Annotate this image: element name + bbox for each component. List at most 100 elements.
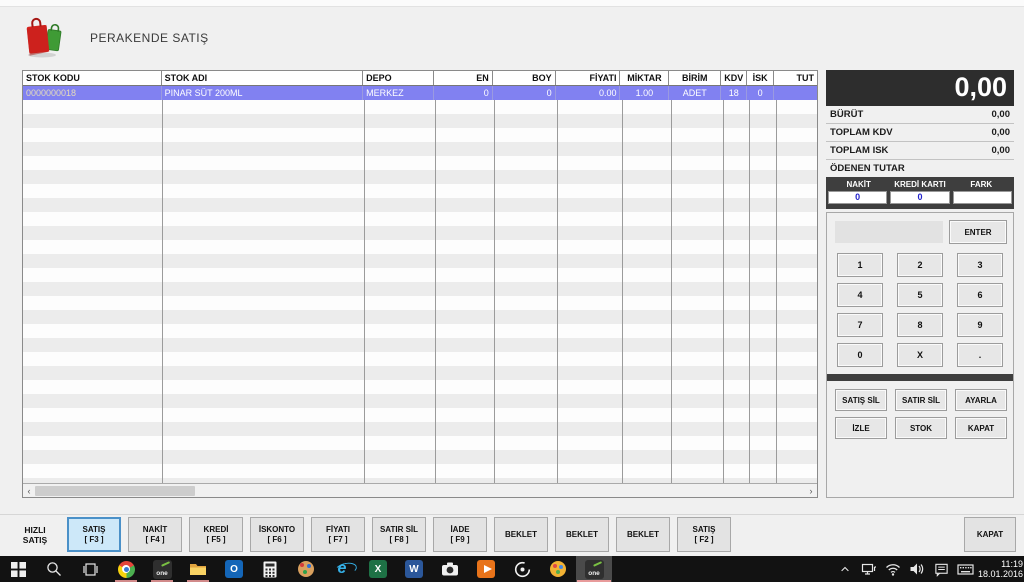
touch-keyboard-icon (957, 563, 974, 576)
hidden-icons-button[interactable] (833, 556, 857, 582)
calculator-icon (263, 561, 277, 578)
column-header[interactable]: İSK (747, 71, 774, 85)
odenen-tutar-label: ÖDENEN TUTAR (826, 160, 1014, 177)
taskbar-outlook-button[interactable]: O (216, 556, 252, 582)
touch-keyboard-button[interactable] (953, 556, 977, 582)
numpad-key-3[interactable]: 3 (957, 253, 1003, 277)
kapat-button[interactable]: KAPAT (955, 417, 1007, 439)
numpad-key-7[interactable]: 7 (837, 313, 883, 337)
sales-grid: STOK KODU STOK ADI DEPO EN BOY FİYATI Mİ… (22, 70, 818, 498)
enter-button[interactable]: ENTER (949, 220, 1007, 244)
satir-sil-button[interactable]: SATIR SİL (895, 389, 947, 411)
iade-f9-button[interactable]: İADE [ F9 ] (433, 517, 487, 552)
keypad-entry-input[interactable] (835, 221, 943, 243)
numpad-key-x[interactable]: X (897, 343, 943, 367)
numpad-key-5[interactable]: 5 (897, 283, 943, 307)
horizontal-scrollbar[interactable]: ‹ › (23, 483, 817, 497)
kredi-karti-input[interactable]: 0 (890, 191, 949, 204)
beklet-button-1[interactable]: BEKLET (494, 517, 548, 552)
numpad-key-8[interactable]: 8 (897, 313, 943, 337)
taskbar-chrome-button[interactable] (108, 556, 144, 582)
grid-body: 0000000018 PINAR SÜT 200ML MERKEZ 0 0 0.… (23, 86, 817, 483)
kredi-f5-button[interactable]: KREDİ [ F5 ] (189, 517, 243, 552)
column-separator (162, 86, 163, 483)
nakit-f4-button[interactable]: NAKİT [ F4 ] (128, 517, 182, 552)
column-header[interactable]: BİRİM (669, 71, 721, 85)
movies-tv-icon (477, 560, 495, 578)
satir-sil-f8-button[interactable]: SATIR SİL [ F8 ] (372, 517, 426, 552)
taskbar-clock[interactable]: 11:19 18.01.2016 (977, 559, 1024, 580)
media-ring-icon (514, 561, 531, 578)
column-header[interactable]: FİYATI (556, 71, 621, 85)
task-view-button[interactable] (72, 556, 108, 582)
windows-taskbar: one O (0, 556, 1024, 582)
start-button[interactable] (0, 556, 36, 582)
stok-button[interactable]: STOK (895, 417, 947, 439)
scrollbar-thumb[interactable] (35, 486, 195, 496)
column-header[interactable]: STOK ADI (162, 71, 363, 85)
numpad-key-0[interactable]: 0 (837, 343, 883, 367)
numpad-key-9[interactable]: 9 (957, 313, 1003, 337)
taskbar-file-explorer-button[interactable] (180, 556, 216, 582)
column-header[interactable]: TUT (774, 71, 817, 85)
taskbar-calculator-button[interactable] (252, 556, 288, 582)
table-row-selected[interactable]: 0000000018 PINAR SÜT 200ML MERKEZ 0 0 0.… (23, 86, 817, 100)
summary-value: 0,00 (992, 109, 1011, 120)
numpad-key-6[interactable]: 6 (957, 283, 1003, 307)
nakit-input[interactable]: 0 (828, 191, 887, 204)
cell-fiyati: 0.00 (556, 86, 621, 100)
wifi-button[interactable] (881, 556, 905, 582)
taskbar-paint-button[interactable] (288, 556, 324, 582)
beklet-button-3[interactable]: BEKLET (616, 517, 670, 552)
satis-sil-button[interactable]: SATIŞ SİL (835, 389, 887, 411)
column-header[interactable]: STOK KODU (23, 71, 162, 85)
numpad-key-1[interactable]: 1 (837, 253, 883, 277)
network-device-button[interactable] (857, 556, 881, 582)
beklet-button-2[interactable]: BEKLET (555, 517, 609, 552)
chrome-icon (118, 561, 135, 578)
column-header[interactable]: BOY (493, 71, 556, 85)
izle-button[interactable]: İZLE (835, 417, 887, 439)
column-separator (435, 86, 436, 483)
action-center-button[interactable] (929, 556, 953, 582)
numpad-key-dot[interactable]: . (957, 343, 1003, 367)
ayarla-button[interactable]: AYARLA (955, 389, 1007, 411)
fresh-paint-icon (550, 561, 566, 577)
taskbar-excel-button[interactable]: X (360, 556, 396, 582)
function-bar: HIZLI SATIŞ SATIŞ [ F3 ] NAKİT [ F4 ] KR… (0, 514, 1024, 556)
taskbar-camera-button[interactable] (432, 556, 468, 582)
taskbar-movies-button[interactable] (468, 556, 504, 582)
column-separator (622, 86, 623, 483)
taskbar-internet-explorer-button[interactable]: e (324, 556, 360, 582)
numpad-key-2[interactable]: 2 (897, 253, 943, 277)
taskbar-one-app-active-button[interactable]: one (576, 556, 612, 582)
iskonto-f6-button[interactable]: İSKONTO [ F6 ] (250, 517, 304, 552)
cell-stok-adi: PINAR SÜT 200ML (162, 86, 363, 100)
cell-boy: 0 (493, 86, 556, 100)
satis-f2-button[interactable]: SATIŞ [ F2 ] (677, 517, 731, 552)
hizli-satis-button[interactable]: HIZLI SATIŞ (8, 517, 62, 552)
summary-label: TOPLAM KDV (830, 127, 893, 138)
numpad-key-4[interactable]: 4 (837, 283, 883, 307)
taskbar-fresh-paint-button[interactable] (540, 556, 576, 582)
start-icon (11, 562, 26, 577)
taskbar-search-button[interactable] (36, 556, 72, 582)
fark-input[interactable] (953, 191, 1012, 204)
column-header[interactable]: EN (434, 71, 493, 85)
keypad-panel: ENTER 1 2 3 4 5 6 7 8 9 0 X . SATIŞ SİL … (826, 212, 1014, 498)
taskbar-one-app-button[interactable]: one (144, 556, 180, 582)
fiyati-f7-button[interactable]: FİYATI [ F7 ] (311, 517, 365, 552)
column-header[interactable]: KDV (721, 71, 747, 85)
taskbar-word-button[interactable]: W (396, 556, 432, 582)
column-header[interactable]: DEPO (363, 71, 434, 85)
volume-button[interactable] (905, 556, 929, 582)
satis-f3-button[interactable]: SATIŞ [ F3 ] (67, 517, 121, 552)
taskbar-media-button[interactable] (504, 556, 540, 582)
one-app-icon: one (153, 560, 172, 579)
scroll-right-arrow[interactable]: › (805, 485, 817, 497)
clock-date: 18.01.2016 (977, 569, 1023, 580)
kapat-bottom-button[interactable]: KAPAT (964, 517, 1016, 552)
column-header[interactable]: MİKTAR (620, 71, 669, 85)
scroll-left-arrow[interactable]: ‹ (23, 485, 35, 497)
summary-row-toplam-kdv: TOPLAM KDV 0,00 (826, 124, 1014, 142)
